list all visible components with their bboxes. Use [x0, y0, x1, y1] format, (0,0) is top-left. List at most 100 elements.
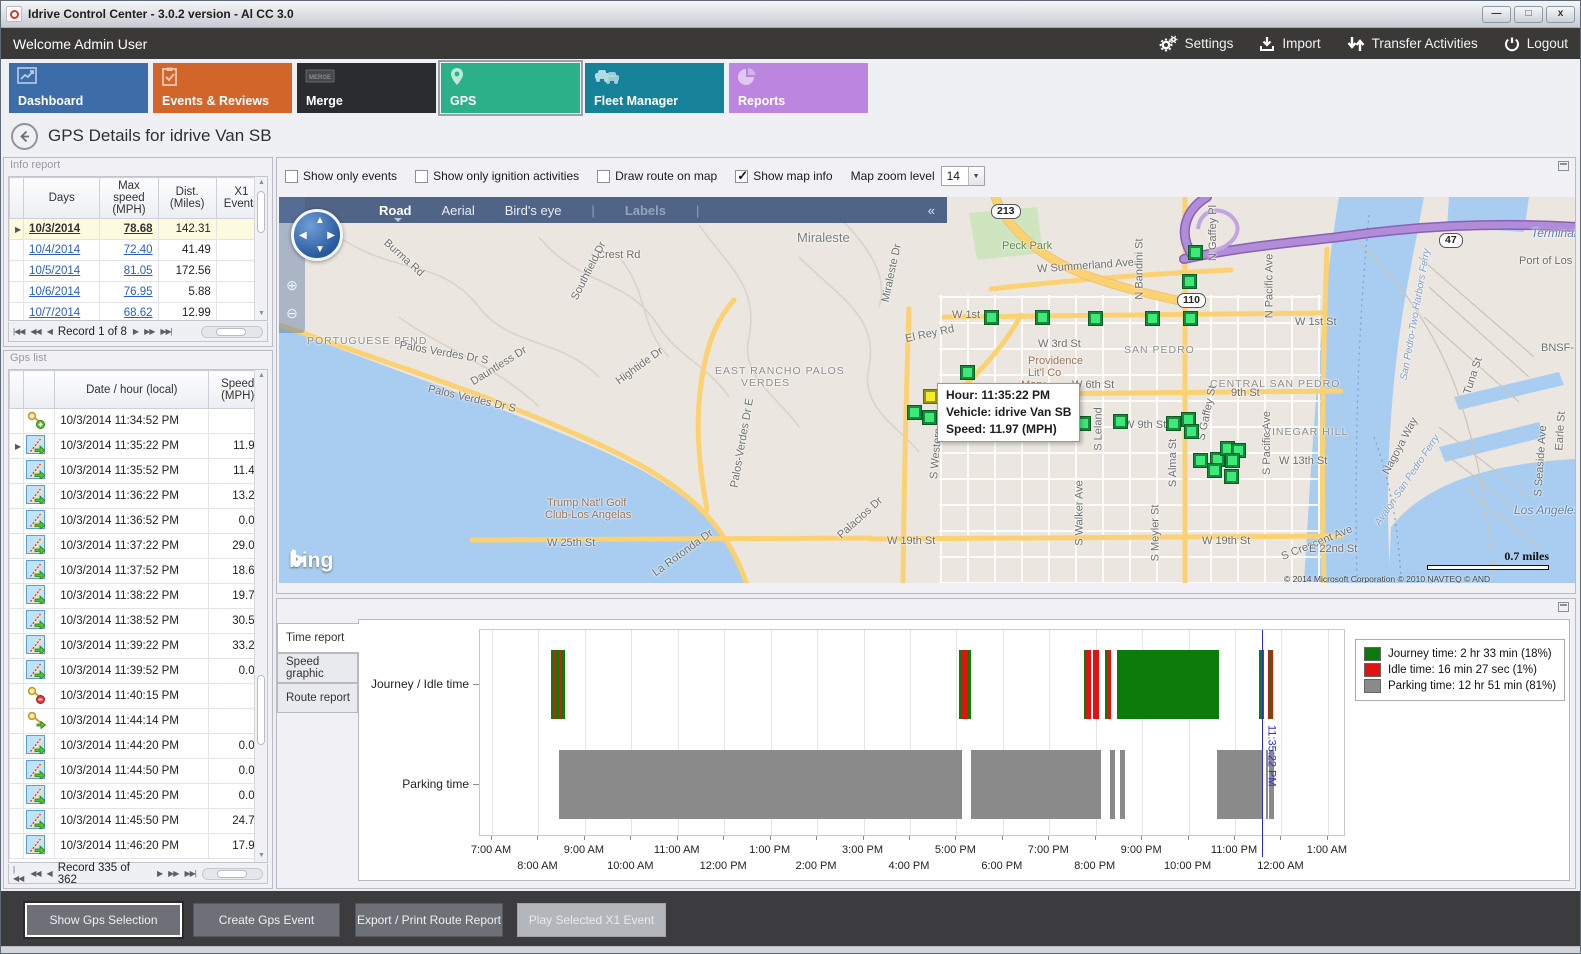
table-row[interactable]: 10/7/201468.6212.99: [10, 303, 267, 322]
map-panel-collapse-icon[interactable]: [1558, 161, 1569, 171]
pager-last-button[interactable]: ▶▶|: [184, 869, 195, 878]
gps-row[interactable]: 10/3/2014 11:45:20 PM0.00: [10, 784, 267, 809]
column-header-days[interactable]: Days: [24, 178, 100, 219]
gps-marker[interactable]: [1036, 311, 1049, 324]
info-report-vertical-scrollbar[interactable]: ▲ ▼: [254, 177, 267, 320]
map-style-aerial[interactable]: Aerial: [442, 203, 475, 218]
unchecked-checkbox-icon[interactable]: [285, 170, 298, 183]
gps-row[interactable]: 10/3/2014 11:36:22 PM13.28: [10, 484, 267, 509]
nav-tab-events-reviews[interactable]: Events & Reviews: [153, 63, 292, 113]
pager-first-button[interactable]: |◀◀: [13, 865, 24, 883]
gps-row[interactable]: 10/3/2014 11:45:50 PM24.75: [10, 809, 267, 834]
header-action-logout[interactable]: Logout: [1504, 36, 1568, 52]
header-action-import[interactable]: Import: [1259, 36, 1320, 52]
cell-days[interactable]: 10/3/2014: [24, 219, 100, 240]
cell-max-speed[interactable]: 68.62: [100, 303, 158, 322]
close-button[interactable]: x: [1546, 6, 1575, 23]
cell-max-speed[interactable]: 72.40: [100, 240, 158, 261]
column-header-dist-miles-[interactable]: Dist. (Miles): [158, 178, 216, 219]
chart-tab-time-report[interactable]: Time report: [277, 623, 359, 653]
nav-tab-dashboard[interactable]: Dashboard: [9, 63, 148, 113]
gps-marker[interactable]: [1185, 425, 1198, 438]
gps-marker[interactable]: [961, 366, 974, 379]
table-row[interactable]: ▶10/3/201478.68142.31: [10, 219, 267, 240]
gps-row[interactable]: 10/3/2014 11:38:22 PM19.70: [10, 584, 267, 609]
gps-marker[interactable]: [1208, 464, 1221, 477]
checkbox-show-only-ignition-activities[interactable]: Show only ignition activities: [415, 169, 579, 183]
checkbox-draw-route-on-map[interactable]: Draw route on map: [597, 169, 717, 183]
day-link[interactable]: 10/7/2014: [29, 307, 80, 319]
export-print-route-report-button[interactable]: Export / Print Route Report: [355, 903, 503, 937]
nav-tab-merge[interactable]: MERGEMerge: [297, 63, 436, 113]
map-zoom-out-icon[interactable]: ⊖: [282, 303, 302, 323]
cell-max-speed[interactable]: 76.95: [100, 282, 158, 303]
gps-marker[interactable]: [1114, 415, 1127, 428]
nav-tab-fleet-manager[interactable]: Fleet Manager: [585, 63, 724, 113]
gps-row[interactable]: 10/3/2014 11:40:15 PM: [10, 684, 267, 709]
gps-marker[interactable]: [1183, 275, 1196, 288]
cell-max-speed[interactable]: 78.68: [100, 219, 158, 240]
create-gps-event-button[interactable]: Create Gps Event: [193, 903, 340, 937]
show-gps-selection-button[interactable]: Show Gps Selection: [25, 903, 182, 937]
table-row[interactable]: 10/5/201481.05172.56: [10, 261, 267, 282]
gps-row[interactable]: ▶10/3/2014 11:35:22 PM11.97: [10, 434, 267, 459]
table-row[interactable]: 10/6/201476.955.88: [10, 282, 267, 303]
gps-row[interactable]: 10/3/2014 11:37:52 PM18.63: [10, 559, 267, 584]
pager-next-page-button[interactable]: ▶▶: [168, 869, 178, 878]
pager-prev-page-button[interactable]: ◀◀: [30, 869, 40, 878]
pager-next-button[interactable]: ▶: [133, 327, 138, 336]
gps-marker[interactable]: [1226, 454, 1239, 467]
gps-marker[interactable]: [923, 411, 936, 424]
back-button[interactable]: [11, 123, 38, 150]
gps-row[interactable]: 10/3/2014 11:37:22 PM29.05: [10, 534, 267, 559]
pager-prev-button[interactable]: ◀: [47, 869, 52, 878]
map-zoom-in-icon[interactable]: ⊕: [282, 275, 302, 295]
day-link[interactable]: 10/3/2014: [29, 223, 80, 235]
gps-row[interactable]: 10/3/2014 11:39:22 PM33.21: [10, 634, 267, 659]
map-nav-collapse-icon[interactable]: «: [928, 203, 935, 218]
max-speed-link[interactable]: 68.62: [124, 307, 153, 319]
gps-row[interactable]: 10/3/2014 11:44:50 PM0.00: [10, 759, 267, 784]
cell-max-speed[interactable]: 81.05: [100, 261, 158, 282]
column-header-max-speed-mph-[interactable]: Max speed (MPH): [100, 178, 158, 219]
info-report-horizontal-scrollbar[interactable]: [201, 326, 263, 338]
max-speed-link[interactable]: 76.95: [124, 286, 153, 298]
unchecked-checkbox-icon[interactable]: [415, 170, 428, 183]
max-speed-link[interactable]: 72.40: [124, 244, 153, 256]
gps-row[interactable]: 10/3/2014 11:36:52 PM0.00: [10, 509, 267, 534]
cell-days[interactable]: 10/5/2014: [24, 261, 100, 282]
header-action-settings[interactable]: Settings: [1158, 35, 1234, 53]
maximize-button[interactable]: □: [1514, 6, 1543, 23]
gps-list-vertical-scrollbar[interactable]: ▲ ▼: [254, 370, 267, 862]
day-link[interactable]: 10/6/2014: [29, 286, 80, 298]
column-header-date-hour-local[interactable]: Date / hour (local): [55, 371, 209, 409]
gps-marker[interactable]: [1146, 312, 1159, 325]
nav-tab-reports[interactable]: Reports: [729, 63, 868, 113]
map-style-bird-s-eye[interactable]: Bird's eye: [505, 203, 562, 218]
header-action-transfer-activities[interactable]: Transfer Activities: [1347, 36, 1478, 52]
pager-first-button[interactable]: |◀◀: [13, 327, 24, 336]
gps-list-horizontal-scrollbar[interactable]: [202, 868, 263, 880]
pager-last-button[interactable]: ▶▶|: [160, 327, 171, 336]
gps-marker[interactable]: [1184, 312, 1197, 325]
gps-row[interactable]: 10/3/2014 11:34:52 PM: [10, 409, 267, 434]
bing-map[interactable]: MiralestePeck ParkW Summerland AveCrest …: [279, 197, 1575, 583]
pager-prev-page-button[interactable]: ◀◀: [30, 327, 40, 336]
pager-prev-button[interactable]: ◀: [47, 327, 52, 336]
gps-row[interactable]: 10/3/2014 11:44:14 PM: [10, 709, 267, 734]
map-compass-control[interactable]: ▲▼ ◀▶: [291, 209, 343, 261]
map-zoom-level-select[interactable]: 14▼: [941, 166, 985, 186]
chevron-down-icon[interactable]: ▼: [968, 167, 984, 185]
max-speed-link[interactable]: 81.05: [124, 265, 153, 277]
gps-marker[interactable]: [1225, 470, 1238, 483]
max-speed-link[interactable]: 78.68: [124, 223, 153, 235]
gps-marker[interactable]: [1167, 417, 1180, 430]
unchecked-checkbox-icon[interactable]: [597, 170, 610, 183]
cell-days[interactable]: 10/7/2014: [24, 303, 100, 322]
checkbox-show-only-events[interactable]: Show only events: [285, 169, 397, 183]
checkbox-show-map-info[interactable]: Show map info: [735, 169, 832, 183]
gps-marker[interactable]: [908, 406, 921, 419]
cell-days[interactable]: 10/4/2014: [24, 240, 100, 261]
pager-next-page-button[interactable]: ▶▶: [144, 327, 154, 336]
map-style-labels[interactable]: Labels: [625, 203, 666, 218]
